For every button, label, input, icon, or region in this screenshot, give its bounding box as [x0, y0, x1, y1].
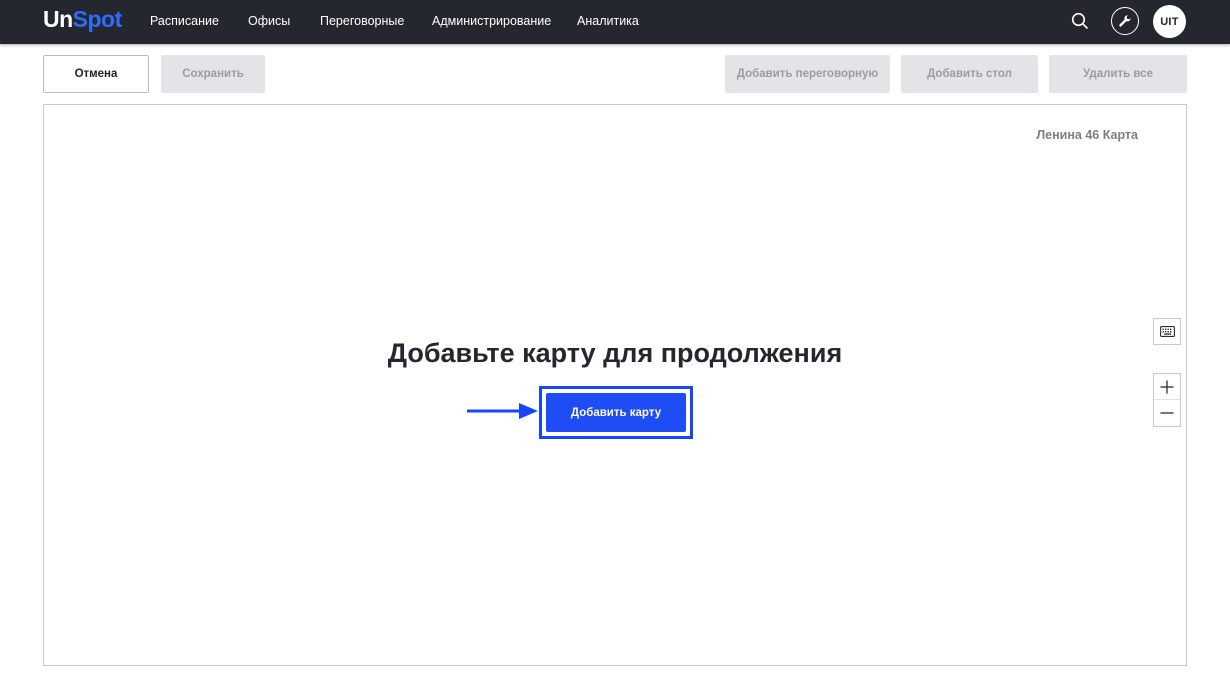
- arrow-icon: [467, 403, 538, 419]
- delete-all-button[interactable]: Удалить все: [1049, 55, 1187, 93]
- search-icon[interactable]: [1070, 11, 1090, 31]
- add-map-button[interactable]: Добавить карту: [546, 393, 686, 432]
- avatar-text: UIT: [1160, 15, 1179, 28]
- add-desk-button[interactable]: Добавить стол: [901, 55, 1038, 93]
- nav-item-offices[interactable]: Офисы: [248, 14, 290, 28]
- save-button[interactable]: Сохранить: [161, 55, 265, 93]
- nav-item-analytics[interactable]: Аналитика: [577, 14, 639, 28]
- zoom-out-button[interactable]: [1154, 400, 1180, 426]
- map-canvas[interactable]: Ленина 46 Карта Добавьте карту для продо…: [43, 104, 1187, 666]
- wrench-icon: [1119, 15, 1131, 27]
- add-map-prompt: Добавьте карту для продолжения: [387, 338, 843, 368]
- logo-text-spot: Spot: [72, 6, 123, 32]
- zoom-controls: [1153, 373, 1181, 427]
- logo-text-un: Un: [43, 6, 73, 32]
- minus-icon: [1160, 412, 1174, 414]
- zoom-in-button[interactable]: [1154, 374, 1180, 400]
- add-map-highlight: Добавить карту: [539, 386, 693, 439]
- keyboard-button[interactable]: [1153, 318, 1181, 345]
- unspot-logo[interactable]: UnSpot: [43, 6, 122, 33]
- cancel-button[interactable]: Отмена: [43, 55, 149, 93]
- nav-item-meeting-rooms[interactable]: Переговорные: [320, 14, 404, 28]
- nav-item-schedule[interactable]: Расписание: [150, 14, 219, 28]
- map-title: Ленина 46 Карта: [1036, 128, 1138, 142]
- nav-item-administration[interactable]: Администрирование: [432, 14, 551, 28]
- tools-button[interactable]: [1111, 7, 1139, 35]
- plus-icon: [1160, 380, 1174, 393]
- top-navigation-bar: UnSpot Расписание Офисы Переговорные Адм…: [0, 0, 1230, 44]
- user-avatar[interactable]: UIT: [1153, 5, 1186, 38]
- add-meeting-room-button[interactable]: Добавить переговорную: [725, 55, 890, 93]
- keyboard-icon: [1159, 326, 1175, 337]
